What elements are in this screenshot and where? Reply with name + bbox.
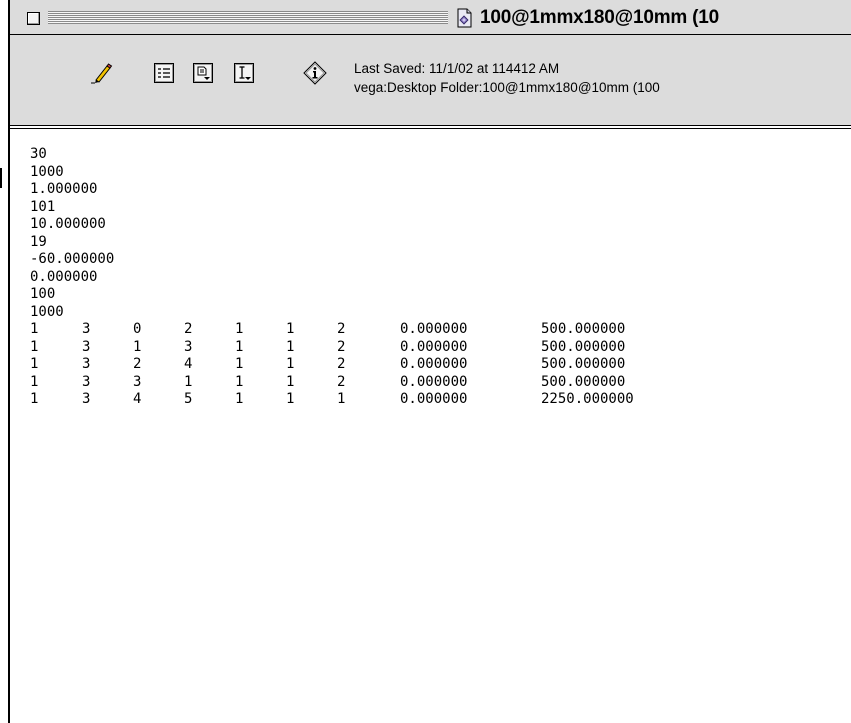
- toolbar: Last Saved: 11/1/02 at 114412 AM vega:De…: [10, 35, 851, 129]
- table-cell: 1: [235, 391, 244, 407]
- table-cell: 2250.000000: [541, 391, 634, 407]
- window-edge-mark: [0, 168, 2, 188]
- file-path-text: vega:Desktop Folder:100@1mmx180@10mm (10…: [354, 80, 660, 95]
- text-line: 19: [30, 233, 47, 250]
- table-cell: 1: [235, 373, 244, 390]
- text-line: 1.000000: [30, 181, 98, 197]
- table-row: 1 3 4 5 1 1 1 0.000000 2250.000000: [30, 391, 634, 409]
- table-row: 1 3 3 1 1 1 2 0.000000 500.000000: [30, 373, 625, 392]
- text-cursor-menu-button[interactable]: [232, 61, 256, 85]
- text-line: -60.000000: [30, 251, 115, 267]
- table-cell: 0.000000: [400, 321, 468, 337]
- table-cell: 3: [82, 321, 91, 337]
- pencil-icon: [91, 63, 113, 84]
- table-cell: 0: [133, 321, 142, 337]
- table-cell: 3: [133, 373, 142, 390]
- table-cell: 1: [30, 321, 39, 337]
- file-info: Last Saved: 11/1/02 at 114412 AM vega:De…: [354, 59, 660, 97]
- table-cell: 1: [235, 321, 244, 337]
- text-line: 10.000000: [30, 216, 106, 232]
- list-icon: [154, 63, 174, 83]
- table-cell: 500.000000: [541, 373, 626, 390]
- table-cell: 1: [286, 321, 295, 337]
- table-cell: 2: [337, 338, 346, 355]
- text-line: 101: [30, 198, 56, 215]
- table-cell: 0.000000: [400, 356, 468, 372]
- window-title-plate: 100@1mmx180@10mm (10: [454, 7, 740, 28]
- table-cell: 1: [286, 356, 295, 372]
- table-cell: 3: [184, 338, 193, 355]
- table-cell: 500.000000: [541, 338, 626, 355]
- title-bar[interactable]: 100@1mmx180@10mm (10: [10, 0, 851, 35]
- table-cell: 2: [133, 356, 142, 372]
- table-cell: 1: [30, 356, 39, 372]
- table-cell: 3: [82, 391, 91, 407]
- table-cell: 2: [337, 373, 346, 390]
- table-cell: 2: [337, 356, 346, 372]
- text-area[interactable]: 30 1000 1.000000 101 10.000000 19 -60.000000 0.…: [10, 129, 851, 723]
- table-cell: 2: [184, 321, 193, 337]
- table-cell: 1: [30, 338, 39, 355]
- text-line: 1000: [30, 163, 64, 180]
- table-cell: 1: [286, 391, 295, 407]
- table-cell: 4: [184, 356, 193, 372]
- table-cell: 3: [82, 356, 91, 372]
- table-cell: 1: [235, 338, 244, 355]
- table-cell: 3: [82, 338, 91, 355]
- last-saved-text: Last Saved: 11/1/02 at 114412 AM: [354, 61, 560, 76]
- pencil-button[interactable]: [90, 61, 114, 85]
- text-cursor-icon: [234, 63, 254, 83]
- table-row: 1 3 0 2 1 1 2 0.000000 500.000000: [30, 321, 625, 339]
- editor-window: 100@1mmx180@10mm (10 Last Saved: 11/1/02…: [8, 0, 851, 723]
- table-cell: 0.000000: [400, 373, 468, 390]
- window-title: 100@1mmx180@10mm (10: [480, 7, 720, 28]
- table-row: 1 3 2 4 1 1 2 0.000000 500.000000: [30, 356, 625, 374]
- title-bar-drag-stripes[interactable]: [48, 11, 448, 24]
- table-cell: 5: [184, 391, 193, 407]
- page-icon: [193, 63, 213, 83]
- table-cell: 1: [235, 356, 244, 372]
- text-line: 100: [30, 286, 56, 302]
- close-box[interactable]: [27, 12, 40, 25]
- table-cell: 1: [286, 338, 295, 355]
- document-text[interactable]: 30 1000 1.000000 101 10.000000 19 -60.000000 0.…: [30, 146, 634, 409]
- table-cell: 500.000000: [541, 356, 626, 372]
- table-row: 1 3 1 3 1 1 2 0.000000 500.000000: [30, 338, 625, 357]
- table-cell: 500.000000: [541, 321, 626, 337]
- table-cell: 0.000000: [400, 338, 468, 355]
- table-cell: 3: [82, 373, 91, 390]
- document-script-icon: [457, 8, 472, 28]
- info-icon: [303, 61, 327, 85]
- text-line: 30: [30, 146, 47, 162]
- get-info-button[interactable]: [303, 61, 327, 85]
- text-line: 0.000000: [30, 268, 98, 285]
- list-view-button[interactable]: [152, 61, 176, 85]
- table-cell: 1: [286, 373, 295, 390]
- table-cell: 1: [184, 373, 193, 390]
- table-cell: 1: [30, 373, 39, 390]
- text-line: 1000: [30, 303, 64, 320]
- table-cell: 2: [337, 321, 346, 337]
- table-cell: 1: [337, 391, 346, 407]
- table-cell: 0.000000: [400, 391, 468, 407]
- table-cell: 4: [133, 391, 142, 407]
- table-cell: 1: [133, 338, 142, 355]
- page-menu-button[interactable]: [191, 61, 215, 85]
- table-cell: 1: [30, 391, 39, 407]
